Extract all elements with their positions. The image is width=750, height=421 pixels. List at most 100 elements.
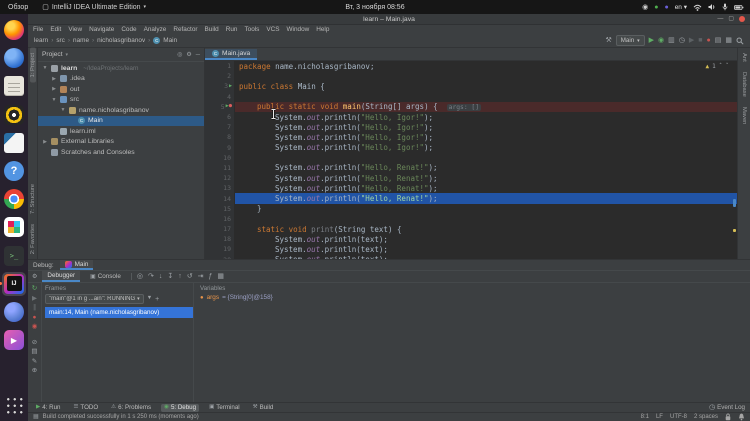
toolwindow-button-6-problems[interactable]: ⚠6: Problems [108,404,154,412]
gutter-line-12[interactable]: 12 [205,173,235,183]
show-execution-icon[interactable]: ◎ [137,273,143,280]
view-breakpoints-icon[interactable]: ◉ [32,324,38,331]
resume-icon[interactable]: ▶ [32,296,37,303]
gutter-line-14[interactable]: 14 [205,193,235,203]
lock-icon[interactable] [725,413,731,421]
menu-build[interactable]: Build [205,26,219,33]
toolwindow-button-4-run[interactable]: ▶4: Run [33,404,63,412]
gutter-line-15[interactable]: 15 [205,204,235,214]
gutter-line-1[interactable]: 1 [205,61,235,71]
step-into-icon[interactable]: ↓ [159,273,163,280]
menu-window[interactable]: Window [287,26,310,33]
run-configuration-select[interactable]: Main▾ [616,35,645,46]
breadcrumb-learn[interactable]: learn [34,37,48,44]
tool-button-2-favorites[interactable]: 2: Favorites [30,219,36,259]
shield-icon[interactable]: ● [654,4,658,11]
profiler-icon[interactable]: ◷ [679,37,685,44]
step-out-icon[interactable]: ↑ [178,273,182,280]
gutter-line-10[interactable]: 10 [205,153,235,163]
text-editor-launcher[interactable] [2,74,26,98]
run-gutter-icon[interactable]: ▶ [229,84,232,89]
search-icon[interactable] [736,37,744,45]
tree-item-main[interactable]: CMain [38,116,204,127]
firefox-launcher[interactable] [2,18,26,42]
stop-icon[interactable]: ● [707,37,711,44]
chrome-launcher[interactable] [2,187,26,211]
force-step-into-icon[interactable]: ↧ [167,273,173,280]
edit-icon[interactable]: ✎ [32,359,37,366]
gutter-line-2[interactable]: 2 [205,71,235,81]
gutter-line-3[interactable]: 3▶ [205,81,235,91]
toolwindow-button-todo[interactable]: ☰TODO [70,404,101,412]
activities-button[interactable]: Обзор [0,4,36,11]
minimize-button[interactable]: — [717,16,723,22]
tree-item-name-nicholasgribanov[interactable]: ▼name.nicholasgribanov [38,105,204,116]
tool-button-ant[interactable]: Ant [741,48,747,67]
app-menu-button[interactable]: ▢ IntelliJ IDEA Ultimate Edition ▾ [36,4,152,11]
gutter-line-7[interactable]: 7 [205,122,235,132]
run-icon[interactable]: ▶ [649,37,654,44]
keyboard-layout-indicator[interactable]: en ▾ [675,3,687,11]
prev-problem-icon[interactable]: ˆ [719,63,723,70]
menu-edit[interactable]: Edit [50,26,61,33]
network-icon[interactable] [693,4,702,11]
gutter-line-6[interactable]: 6 [205,112,235,122]
coverage-icon[interactable]: ▥ [668,37,675,44]
indent-style[interactable]: 2 spaces [694,414,718,420]
gutter-line-11[interactable]: 11 [205,163,235,173]
breadcrumb-src[interactable]: src [56,37,65,44]
gutter-line-5[interactable]: 5▶● [205,102,235,112]
step-over-icon[interactable]: ↷ [148,273,154,280]
indicator-icon[interactable]: ● [664,4,668,11]
help-launcher[interactable]: ? [2,159,26,183]
debug-session-tab[interactable]: Main [60,260,94,270]
tool-button-7-structure[interactable]: 7: Structure [30,179,36,219]
evaluate-icon[interactable]: ƒ [208,273,212,280]
tree-expand-arrow[interactable]: ▼ [60,107,66,113]
messenger-launcher[interactable] [2,300,26,324]
menu-vcs[interactable]: VCS [266,26,279,33]
open-icon[interactable]: ▤ [715,37,722,44]
scroll-marker-exec[interactable] [733,199,736,207]
pause-icon[interactable]: ∥ [33,305,36,312]
screen-record-icon[interactable]: ◉ [642,4,648,11]
menu-analyze[interactable]: Analyze [144,26,167,33]
toolwindow-switcher-icon[interactable]: ▦ [33,414,39,420]
tree-expand-arrow[interactable]: ▼ [42,65,48,71]
gutter-line-4[interactable]: 4 [205,92,235,102]
close-button[interactable] [739,16,745,22]
tree-item-src[interactable]: ▼src [38,95,204,106]
intellij-idea-launcher[interactable]: IJ [2,272,26,296]
line-separator[interactable]: LF [656,414,663,420]
run-dim-icon[interactable]: ▶ [689,37,694,44]
tree-expand-arrow[interactable]: ▶ [51,86,57,92]
toolwindow-button-terminal[interactable]: ▣Terminal [206,404,243,412]
settings-icon[interactable]: ⚙ [186,52,191,58]
inspection-widget[interactable]: ▲ 1 ˆ ˇ [706,63,730,70]
show-applications-launcher[interactable] [2,393,26,417]
variable-row[interactable]: ● args = {String[0]@158} [200,294,750,301]
caret-position[interactable]: 8:1 [641,414,649,420]
editor-tab-main[interactable]: C Main.java [205,49,257,60]
maximize-button[interactable]: ▢ [728,16,734,22]
hammer-icon[interactable]: ⚒ [605,37,611,44]
battery-icon[interactable] [734,4,744,11]
locate-icon[interactable]: ◎ [177,52,182,58]
layout-icon[interactable]: ▦ [217,273,224,280]
tree-item--idea[interactable]: ▶.idea [38,74,204,85]
project-panel-title[interactable]: Project [42,51,63,58]
gutter-line-19[interactable]: 19 [205,244,235,254]
menu-navigate[interactable]: Navigate [89,26,114,33]
tree-item-scratches-and-consoles[interactable]: Scratches and Consoles [38,147,204,158]
tool-button-1-project[interactable]: 1: Project [30,48,36,83]
tool-button-database[interactable]: Database [741,67,747,102]
libreoffice-launcher[interactable] [2,131,26,155]
tab-debugger[interactable]: Debugger [42,271,80,282]
toolwindow-button-5-debug[interactable]: ◉5: Debug [161,404,199,412]
tree-expand-arrow[interactable]: ▼ [51,97,57,103]
menu-help[interactable]: Help [316,26,329,33]
stop-dim-icon[interactable]: ■ [698,37,702,44]
thread-dump-icon[interactable]: ▤ [31,349,37,356]
next-problem-icon[interactable]: ˇ [725,63,729,70]
tree-item-learn[interactable]: ▼learn~/IdeaProjects/learn [38,63,204,74]
